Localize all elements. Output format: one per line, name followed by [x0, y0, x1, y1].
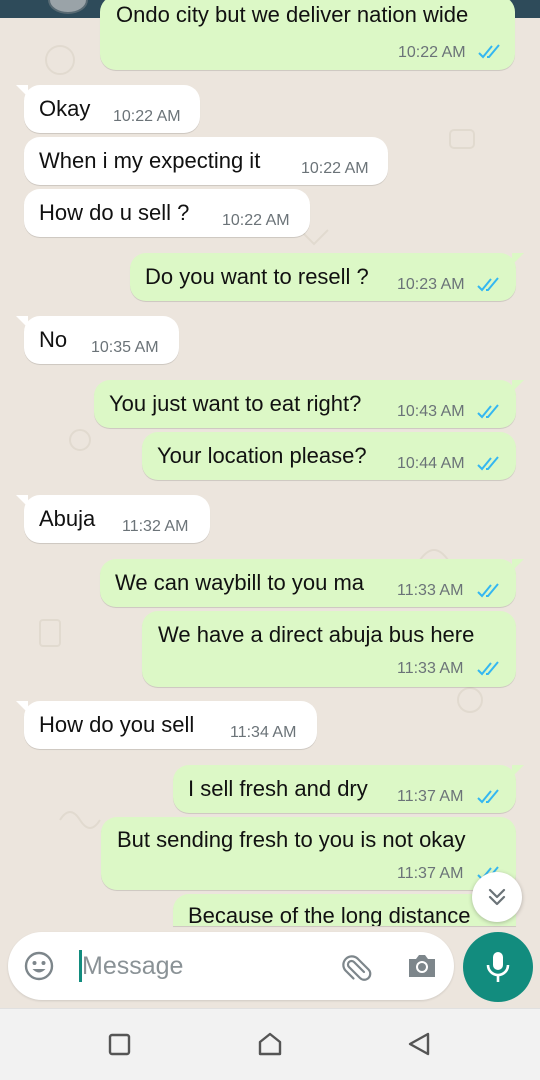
message-time: 10:22 AM: [113, 108, 181, 125]
message-bubble-outgoing[interactable]: Ondo city but we deliver nation wide 10:…: [100, 0, 515, 70]
message-bubble-outgoing[interactable]: We have a direct abuja bus here 11:33 AM: [142, 611, 516, 687]
message-bubble-outgoing[interactable]: You just want to eat right? 10:43 AM: [94, 380, 524, 428]
read-receipt-icon: [477, 456, 499, 471]
message-bubble-incoming[interactable]: How do u sell ? 10:22 AM: [24, 189, 310, 237]
message-bubble-incoming[interactable]: When i my expecting it 10:22 AM: [24, 137, 388, 185]
message-time: 10:44 AM: [397, 455, 465, 472]
message-bubble-outgoing[interactable]: Because of the long distance: [173, 894, 516, 926]
message-text: We can waybill to you ma: [115, 570, 365, 595]
message-time: 10:22 AM: [301, 160, 369, 177]
back-triangle-icon[interactable]: [406, 1031, 432, 1057]
read-receipt-icon: [477, 583, 499, 598]
message-time: 10:23 AM: [397, 276, 465, 293]
voice-record-button[interactable]: [463, 932, 533, 1002]
double-chevron-down-icon: [488, 888, 506, 906]
message-text: How do u sell ?: [39, 200, 190, 225]
camera-icon[interactable]: [406, 951, 438, 981]
mic-icon: [486, 952, 510, 982]
message-time: 11:34 AM: [230, 724, 297, 741]
message-time: 11:32 AM: [122, 518, 189, 535]
message-bubble-incoming[interactable]: How do you sell 11:34 AM: [16, 701, 317, 749]
message-text: I sell fresh and dry: [188, 776, 368, 801]
message-composer[interactable]: Message: [8, 932, 454, 1000]
message-text: How do you sell: [39, 712, 195, 737]
message-text: But sending fresh to you is not okay: [117, 827, 466, 852]
message-bubble-incoming[interactable]: Okay 10:22 AM: [16, 85, 200, 133]
scroll-to-bottom-button[interactable]: [472, 872, 522, 922]
message-bubble-incoming[interactable]: No 10:35 AM: [16, 316, 179, 364]
read-receipt-icon: [477, 404, 499, 419]
message-text: Do you want to resell ?: [145, 264, 369, 289]
message-input[interactable]: Message: [82, 952, 183, 981]
message-text: Okay: [39, 96, 91, 121]
message-text: Your location please?: [157, 443, 367, 468]
message-bubble-outgoing[interactable]: Do you want to resell ? 10:23 AM: [130, 253, 524, 301]
message-text: You just want to eat right?: [109, 391, 362, 416]
message-text: Because of the long distance: [188, 903, 471, 926]
message-time: 11:33 AM: [397, 660, 464, 677]
read-receipt-icon: [478, 44, 500, 59]
home-icon[interactable]: [257, 1031, 283, 1057]
read-receipt-icon: [477, 277, 499, 292]
message-time: 11:33 AM: [397, 582, 464, 599]
square-icon[interactable]: [108, 1033, 132, 1057]
message-text: When i my expecting it: [39, 148, 261, 173]
message-bubble-outgoing[interactable]: I sell fresh and dry 11:37 AM: [173, 765, 524, 813]
avatar[interactable]: [48, 0, 88, 14]
message-bubble-outgoing[interactable]: But sending fresh to you is not okay 11:…: [101, 817, 516, 890]
message-time: 11:37 AM: [397, 865, 464, 882]
emoji-icon[interactable]: [23, 950, 55, 982]
message-bubble-outgoing[interactable]: Your location please? 10:44 AM: [142, 432, 516, 480]
message-text: Ondo city but we deliver nation wide: [116, 2, 469, 27]
message-time: 10:22 AM: [222, 212, 290, 229]
message-time: 10:35 AM: [91, 339, 159, 356]
read-receipt-icon: [477, 789, 499, 804]
message-time: 10:22 AM: [398, 44, 466, 61]
message-bubble-incoming[interactable]: Abuja 11:32 AM: [16, 495, 210, 543]
message-time: 10:43 AM: [397, 403, 465, 420]
message-text: No: [39, 327, 68, 352]
message-time: 11:37 AM: [397, 788, 464, 805]
system-navigation-bar: [0, 1008, 540, 1080]
read-receipt-icon: [477, 661, 499, 676]
paperclip-icon[interactable]: [342, 950, 374, 982]
message-text: We have a direct abuja bus here: [158, 622, 475, 647]
message-text: Abuja: [39, 506, 96, 531]
message-bubble-outgoing[interactable]: We can waybill to you ma 11:33 AM: [100, 559, 524, 607]
